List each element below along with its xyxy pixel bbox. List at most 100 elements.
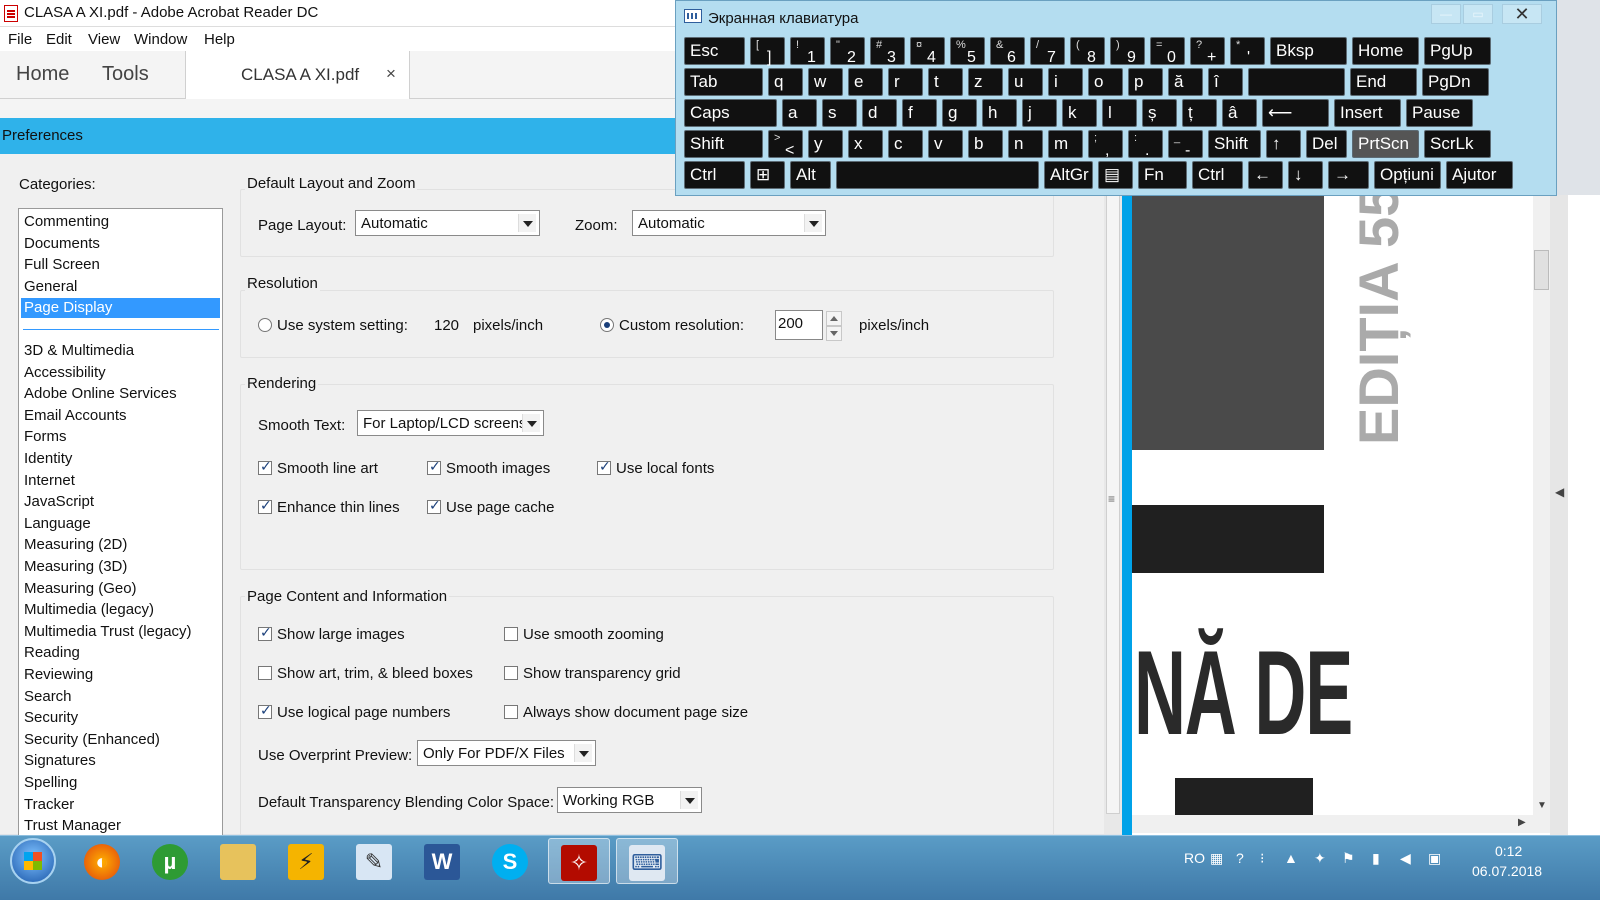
category-internet[interactable]: Internet [24, 471, 75, 491]
key-k5-4-5[interactable]: ▤ [1098, 161, 1133, 189]
categories-list[interactable]: Commenting Documents Full Screen General… [18, 208, 223, 840]
category-page-display-selected[interactable]: Page Display [21, 298, 220, 318]
key-3-0-4[interactable]: #3 [870, 37, 905, 66]
key-h-2-6[interactable]: h [982, 99, 1017, 127]
key-2-0-3[interactable]: " 2 [830, 37, 865, 66]
menu-window[interactable]: Window [134, 31, 187, 48]
show-art-trim-checkbox[interactable] [258, 666, 272, 680]
key-8-0-9[interactable]: (8 [1070, 37, 1105, 66]
key-prtscn-3-15[interactable]: PrtScn [1352, 130, 1419, 158]
category-documents[interactable]: Documents [24, 234, 100, 254]
use-page-cache-checkbox[interactable] [427, 498, 441, 514]
key-k10-3-10[interactable]: :. [1128, 130, 1163, 159]
key-tab-1-0[interactable]: Tab [684, 68, 763, 96]
key-pause-2-15[interactable]: Pause [1406, 99, 1473, 127]
category-measuring-geo[interactable]: Measuring (Geo) [24, 579, 137, 599]
taskbar-utorrent[interactable]: µ [140, 838, 202, 884]
page-layout-dropdown[interactable]: Automatic [355, 210, 540, 236]
taskbar-paint[interactable]: ✎ [344, 838, 406, 884]
use-smooth-zooming-checkbox[interactable] [504, 627, 518, 641]
key-e-1-3[interactable]: e [848, 68, 883, 96]
key-k13-0-13[interactable]: * ' [1230, 37, 1265, 66]
key-w-1-2[interactable]: w [808, 68, 843, 96]
category-forms[interactable]: Forms [24, 427, 67, 447]
overprint-dropdown[interactable]: Only For PDF/X Files [417, 740, 596, 766]
always-show-page-size-checkbox[interactable] [504, 705, 518, 719]
key-r-1-4[interactable]: r [888, 68, 923, 96]
category-commenting[interactable]: Commenting [24, 212, 109, 232]
clock-date[interactable]: 06.07.2018 [1472, 863, 1542, 879]
key-del-3-14[interactable]: Del [1306, 130, 1347, 158]
clock-time[interactable]: 0:12 [1495, 843, 1522, 859]
category-multimedia-trust-legacy[interactable]: Multimedia Trust (legacy) [24, 622, 192, 642]
keyboard-tray-icon[interactable]: ▦ [1210, 850, 1223, 867]
key-ă-1-11[interactable]: ă [1168, 68, 1203, 96]
category-identity[interactable]: Identity [24, 449, 72, 469]
category-email-accounts[interactable]: Email Accounts [24, 406, 127, 426]
key-9-0-10[interactable]: ) 9 [1110, 37, 1145, 66]
key-space-1-13[interactable] [1248, 68, 1345, 96]
key-c-3-4[interactable]: c [888, 130, 923, 158]
key-caps-2-0[interactable]: Caps [684, 99, 777, 127]
chevron-left-icon[interactable]: ◀ [1555, 485, 1564, 499]
key-n-3-7[interactable]: n [1008, 130, 1043, 158]
key-6-0-7[interactable]: & 6 [990, 37, 1025, 66]
key-u-1-7[interactable]: u [1008, 68, 1043, 96]
system-setting-radio[interactable] [258, 318, 272, 332]
network-icon[interactable]: ▮ [1372, 850, 1380, 867]
key-g-2-5[interactable]: g [942, 99, 977, 127]
close-button[interactable]: ✕ [1502, 4, 1542, 24]
minimize-button[interactable]: — [1431, 4, 1461, 24]
taskbar-skype[interactable]: S [480, 838, 542, 884]
key-5-0-6[interactable]: % 5 [950, 37, 985, 66]
power-icon[interactable]: ▣ [1428, 850, 1441, 867]
taskbar-osk[interactable]: ⌨ [616, 838, 678, 884]
key-7-0-8[interactable]: /7 [1030, 37, 1065, 66]
key-k1-3-1[interactable]: > < [768, 130, 803, 159]
scrollbar-thumb[interactable] [1534, 250, 1549, 290]
key-esc-0-0[interactable]: Esc [684, 37, 745, 65]
key-s-2-2[interactable]: s [822, 99, 857, 127]
menu-edit[interactable]: Edit [46, 31, 72, 48]
key-fn-4-6[interactable]: Fn [1138, 161, 1187, 189]
custom-resolution-input[interactable]: 200 [775, 310, 823, 340]
close-tab-icon[interactable]: × [386, 64, 396, 84]
spin-up-icon[interactable] [826, 311, 842, 326]
key-ț-2-11[interactable]: ț [1182, 99, 1217, 127]
key-k1-4-1[interactable]: ⊞ [750, 161, 785, 189]
key-end-1-14[interactable]: End [1350, 68, 1417, 96]
key-shift-3-12[interactable]: Shift [1208, 130, 1261, 158]
key-a-2-1[interactable]: a [782, 99, 817, 127]
category-spelling[interactable]: Spelling [24, 773, 77, 793]
category-measuring-2d[interactable]: Measuring (2D) [24, 535, 127, 555]
smooth-line-art-checkbox[interactable] [258, 459, 272, 475]
right-pane-toggle[interactable]: ◀ [1550, 195, 1568, 835]
key-bksp-0-14[interactable]: Bksp [1270, 37, 1347, 65]
key-ctrl-4-0[interactable]: Ctrl [684, 161, 745, 189]
key-alt-4-2[interactable]: Alt [790, 161, 831, 189]
category-multimedia-legacy[interactable]: Multimedia (legacy) [24, 600, 154, 620]
key-q-1-1[interactable]: q [768, 68, 803, 96]
key-k11-3-11[interactable]: _ - [1168, 130, 1203, 159]
key-space-4-3[interactable] [836, 161, 1039, 189]
preferences-scrollbar[interactable]: ≡ [1104, 154, 1122, 834]
category-signatures[interactable]: Signatures [24, 751, 96, 771]
key-p-1-10[interactable]: p [1128, 68, 1163, 96]
key-k10-4-10[interactable]: → [1328, 161, 1369, 189]
document-horizontal-scrollbar[interactable]: ▶ [1132, 815, 1550, 833]
key-opțiuni-4-11[interactable]: Opțiuni [1374, 161, 1441, 189]
key-y-3-2[interactable]: y [808, 130, 843, 158]
key-v-3-5[interactable]: v [928, 130, 963, 158]
key-d-2-3[interactable]: d [862, 99, 897, 127]
key-m-3-8[interactable]: m [1048, 130, 1083, 158]
show-hidden-icons-icon[interactable]: ▲ [1284, 850, 1298, 866]
key-k1-0-1[interactable]: [] [750, 37, 785, 66]
category-adobe-online-services[interactable]: Adobe Online Services [24, 384, 177, 404]
key-j-2-7[interactable]: j [1022, 99, 1057, 127]
key-home-0-15[interactable]: Home [1352, 37, 1419, 65]
category-measuring-3d[interactable]: Measuring (3D) [24, 557, 127, 577]
taskbar-word[interactable]: W [412, 838, 474, 884]
key-scrlk-3-16[interactable]: ScrLk [1424, 130, 1491, 158]
category-3d-multimedia[interactable]: 3D & Multimedia [24, 341, 134, 361]
scroll-right-icon[interactable]: ▶ [1518, 817, 1526, 828]
